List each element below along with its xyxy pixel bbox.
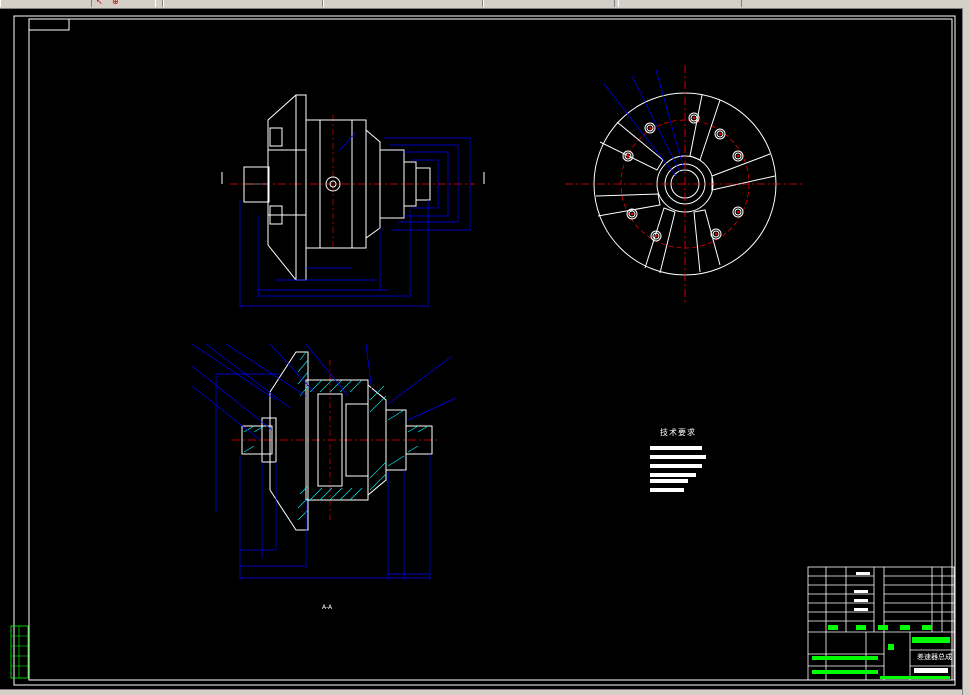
technical-requirements-title: 技术要求 <box>660 428 696 437</box>
toolbar-segment[interactable] <box>0 0 92 7</box>
drawing-canvas[interactable] <box>0 8 962 689</box>
corner-tab <box>29 19 70 31</box>
toolbar-segment[interactable] <box>483 0 615 7</box>
title-block <box>807 566 955 681</box>
frame-border <box>28 18 953 681</box>
front-view <box>565 65 805 305</box>
toolbar-segment[interactable] <box>323 0 483 7</box>
title-block-name: 差速器总成 <box>917 653 952 661</box>
toolbar-segment[interactable] <box>618 0 742 7</box>
cursor-arrow-icon[interactable]: ↖ <box>96 0 103 7</box>
section-label: A-A <box>322 604 333 611</box>
horizontal-scrollbar[interactable] <box>0 689 962 695</box>
vertical-scrollbar[interactable] <box>962 8 969 695</box>
toolbar-segment[interactable] <box>155 0 163 7</box>
lock-icon[interactable]: ⊕ <box>112 0 119 7</box>
toolbar-segment[interactable] <box>163 0 323 7</box>
side-view <box>221 94 485 308</box>
technical-requirements <box>650 446 706 492</box>
section-view <box>191 343 457 580</box>
